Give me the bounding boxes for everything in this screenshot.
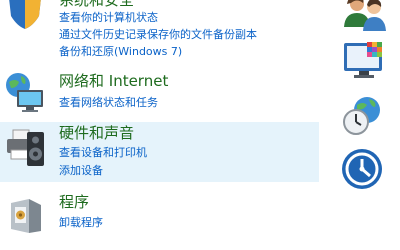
clock-globe-icon[interactable] xyxy=(341,95,389,137)
link-devices-printers[interactable]: 查看设备和打印机 xyxy=(59,146,147,159)
ease-of-access-icon[interactable] xyxy=(341,148,389,190)
hover-highlight xyxy=(0,122,319,182)
network-globe-icon xyxy=(6,73,43,112)
user-accounts-icon[interactable] xyxy=(341,0,389,35)
appearance-icon[interactable] xyxy=(341,40,389,82)
link-network-status[interactable]: 查看网络状态和任务 xyxy=(59,96,158,109)
category-title[interactable]: 网络和 Internet xyxy=(59,73,168,90)
shield-icon xyxy=(9,0,41,29)
link-add-device[interactable]: 添加设备 xyxy=(59,164,103,177)
link-backup-restore[interactable]: 备份和还原(Windows 7) xyxy=(59,45,182,58)
link-view-computer-status[interactable]: 查看你的计算机状态 xyxy=(59,11,158,24)
programs-box-icon xyxy=(11,199,41,233)
link-file-history[interactable]: 通过文件历史记录保存你的文件备份副本 xyxy=(59,28,257,41)
category-title[interactable]: 程序 xyxy=(59,194,89,211)
category-title[interactable]: 系统和安全 xyxy=(59,0,134,9)
link-uninstall-program[interactable]: 卸载程序 xyxy=(59,216,103,229)
category-title[interactable]: 硬件和声音 xyxy=(59,125,134,142)
printer-speaker-icon xyxy=(7,129,44,166)
